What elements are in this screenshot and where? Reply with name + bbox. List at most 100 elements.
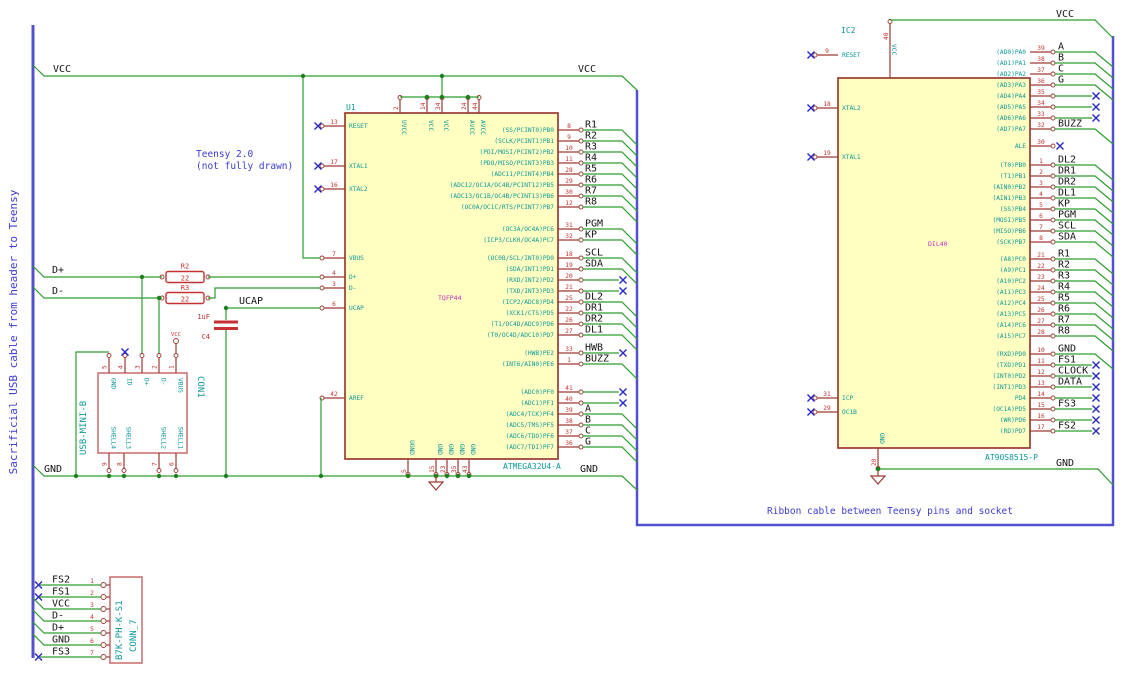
conn7-pin-2: FS1 2 (34, 587, 110, 601)
pin-name: VBUS (177, 378, 184, 393)
pin-number: 19 (565, 262, 573, 269)
resistor-ref: R2 (181, 263, 189, 271)
pin-name: OC1B (842, 409, 857, 416)
pin-end (578, 193, 584, 199)
no-connect-x (1092, 405, 1100, 413)
pin-number: 18 (823, 101, 831, 108)
pin-end (1050, 71, 1056, 77)
pin-end (173, 468, 179, 473)
pin-number: 5 (102, 365, 109, 369)
pin-number: 7 (90, 650, 94, 657)
pin-number: 22 (565, 306, 573, 313)
pin-end (578, 160, 584, 166)
pin-name: (MISO)PB6 (992, 228, 1026, 235)
pin-name: (PDO/MISO/PCINT3)PB3 (479, 160, 554, 167)
ic2-part-name: AT90S8515-P (985, 453, 1038, 462)
pin-name: (TXD/INT3)PD3 (506, 288, 555, 295)
net-label: PGM (585, 219, 603, 230)
pin-number: 1 (90, 578, 94, 585)
net-label: G (585, 437, 591, 448)
pin-number: 39 (1037, 45, 1045, 52)
pin-number: 31 (565, 222, 573, 229)
net-label: DR2 (585, 314, 603, 325)
pin-name: SHELL3 (125, 427, 132, 450)
con1-pin-8: 8 SHELL3 (117, 427, 132, 473)
net-label: DL2 (585, 292, 603, 303)
pin-name: AVCC (468, 120, 475, 135)
net-label: VCC (52, 599, 70, 610)
junction-dot (121, 473, 127, 479)
ic2-footprint: DIL40 (928, 240, 948, 248)
note-teensy-line2: (not fully drawn) (196, 161, 293, 172)
pin-number: 9 (567, 134, 571, 141)
net-wire (890, 19, 1114, 39)
pin-number: 23 (1037, 274, 1045, 281)
pin-number: 20 (565, 273, 573, 280)
capacitor-ref: C4 (202, 333, 210, 341)
pin-number: 15 (1037, 402, 1045, 409)
pin-end (578, 299, 584, 305)
resistor-value: 22 (181, 275, 189, 283)
pin-number: 1 (169, 365, 176, 369)
net-label: FS2 (1058, 421, 1076, 432)
pin-end (578, 444, 584, 450)
pin-end (812, 409, 818, 415)
net-label: R8 (585, 197, 597, 208)
net-label: R5 (1058, 293, 1070, 304)
pin-number: 13 (330, 119, 338, 126)
conn7-symbol: B7K-PH-K-S1 CONN_7 FS2 1 FS1 2 VCC 3 D- 4 D+ 5 GND 6 F… (32, 575, 143, 664)
pin-name: (OC1A)PD5 (992, 406, 1026, 413)
net-label: C (1058, 64, 1064, 75)
pin-end (1050, 60, 1056, 66)
pin-end (319, 274, 325, 280)
pin-name: (AD6)PA6 (996, 115, 1026, 122)
u1-footprint: TQFP44 (438, 294, 462, 302)
pin-name: (SDA/INT1)PD1 (506, 266, 555, 273)
con1-part-name: USB-MINI-B (79, 401, 89, 455)
pin-name: (ICP2/ADC8)PD4 (502, 299, 554, 306)
pin-end (106, 468, 112, 473)
pin-end (1050, 104, 1056, 110)
pin-end (156, 353, 162, 358)
net-label: FS3 (1058, 399, 1076, 410)
pin-end (578, 288, 584, 294)
net-label: A (1058, 42, 1064, 53)
pin-end (100, 630, 107, 636)
pin-name: ALE (1015, 143, 1026, 150)
pin-end (173, 353, 179, 358)
no-connect-x (314, 122, 322, 130)
pin-name: (SCK)PB7 (996, 239, 1026, 246)
pin-number: 11 (565, 156, 573, 163)
pin-number: 25 (565, 295, 573, 302)
pin-end (578, 266, 584, 272)
pin-end (1050, 300, 1056, 306)
conn7-pin-1: FS2 1 (34, 575, 110, 589)
no-connect-x (807, 104, 815, 112)
net-label-dminus: D- (52, 286, 64, 297)
pin-end (578, 171, 584, 177)
pin-name: GND (110, 378, 117, 389)
pin-number: 5 (401, 469, 408, 473)
net-label: SCL (1058, 221, 1076, 232)
pin-number: 17 (330, 159, 338, 166)
capacitor-c4: 1uF C4 (197, 313, 238, 341)
pin-name: GND (436, 444, 443, 455)
net-label-vcc-left: VCC (53, 64, 71, 75)
no-connect-x (619, 388, 627, 396)
vcc-power-label: VCC (171, 332, 181, 338)
net-label: G (1058, 75, 1064, 86)
pin-name: VCC (442, 120, 449, 131)
pin-end (1050, 362, 1056, 368)
no-connect-x (1092, 416, 1100, 424)
pin-name: ID (126, 378, 133, 386)
pin-end (578, 277, 584, 283)
capacitor-plate (214, 320, 238, 324)
pin-name: GND (447, 444, 454, 455)
pin-name: XTAL1 (842, 154, 861, 161)
pin-number: 20 (871, 458, 878, 466)
no-connect-x (1092, 103, 1100, 111)
junction-dot (465, 94, 471, 100)
pin-end (578, 400, 584, 406)
pin-name: VBUS (349, 255, 364, 262)
junction-dot (73, 473, 79, 479)
